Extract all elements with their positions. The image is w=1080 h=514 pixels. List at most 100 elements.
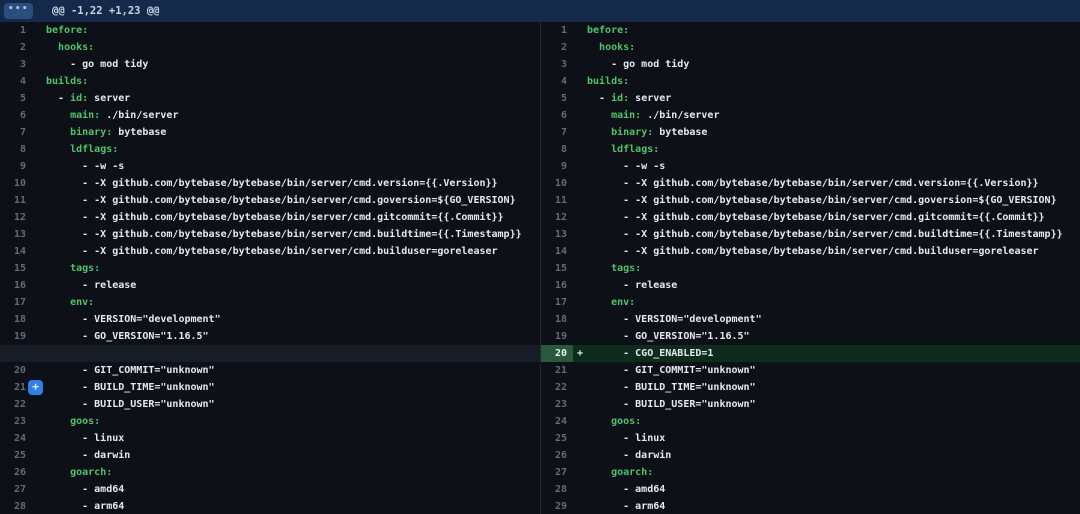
yaml-text (587, 144, 611, 155)
line-number: 9 (541, 158, 573, 175)
yaml-text: ./bin/server (641, 110, 719, 121)
diff-row: 11 - -X github.com/bytebase/bytebase/bin… (541, 192, 1080, 209)
diff-row: 18 - VERSION="development" (0, 311, 540, 328)
diff-marker (32, 396, 46, 413)
yaml-text: - amd64 (587, 484, 665, 495)
yaml-key: builds: (587, 76, 629, 87)
yaml-key: builds: (46, 76, 88, 87)
diff-added-row: 20+ - CGO_ENABLED=1 (541, 345, 1080, 362)
line-number: 20 (0, 362, 32, 379)
diff-row: 5 - id: server (541, 90, 1080, 107)
hunk-range-label: @@ -1,22 +1,23 @@ (52, 5, 159, 17)
yaml-key: ldflags: (70, 144, 118, 155)
yaml-text: - -X github.com/bytebase/bytebase/bin/se… (46, 195, 516, 206)
diff-marker (32, 175, 46, 192)
yaml-key: env: (611, 297, 635, 308)
code-line: binary: bytebase (46, 124, 540, 141)
diff-marker (573, 107, 587, 124)
diff-row: 13 - -X github.com/bytebase/bytebase/bin… (0, 226, 540, 243)
diff-row: 17 env: (0, 294, 540, 311)
yaml-text (587, 127, 611, 138)
line-number: 26 (0, 464, 32, 481)
diff-row: 17 env: (541, 294, 1080, 311)
line-number: 5 (541, 90, 573, 107)
code-line: env: (587, 294, 1080, 311)
line-number: 9 (0, 158, 32, 175)
line-number: 16 (541, 277, 573, 294)
line-number: 29 (541, 498, 573, 514)
diff-row: 12 - -X github.com/bytebase/bytebase/bin… (541, 209, 1080, 226)
diff-marker (32, 277, 46, 294)
diff-marker (32, 311, 46, 328)
line-number: 26 (541, 447, 573, 464)
diff-marker (32, 141, 46, 158)
yaml-text: - VERSION="development" (587, 314, 762, 325)
code-line: - amd64 (587, 481, 1080, 498)
yaml-key: goos: (611, 416, 641, 427)
yaml-text (587, 263, 611, 274)
code-line: - -X github.com/bytebase/bytebase/bin/se… (46, 192, 540, 209)
diff-marker (32, 328, 46, 345)
code-line: tags: (587, 260, 1080, 277)
yaml-text (46, 416, 70, 427)
yaml-key: main: (611, 110, 641, 121)
diff-marker (32, 56, 46, 73)
add-comment-button[interactable]: + (28, 380, 43, 395)
diff-pane-old: 1before:2 hooks:3 - go mod tidy4builds:5… (0, 22, 540, 514)
code-line: - arm64 (46, 498, 540, 514)
code-line: env: (46, 294, 540, 311)
line-number: 27 (0, 481, 32, 498)
yaml-text: - -X github.com/bytebase/bytebase/bin/se… (46, 246, 498, 257)
diff-row: 12 - -X github.com/bytebase/bytebase/bin… (0, 209, 540, 226)
diff-marker (573, 192, 587, 209)
diff-marker (32, 22, 46, 39)
expand-diff-button[interactable]: ••• (4, 3, 33, 19)
yaml-text: bytebase (653, 127, 707, 138)
yaml-text: - -w -s (587, 161, 665, 172)
line-number: 24 (0, 430, 32, 447)
yaml-text: server (88, 93, 130, 104)
diff-marker (32, 430, 46, 447)
yaml-text: - -X github.com/bytebase/bytebase/bin/se… (587, 178, 1039, 189)
diff-row: 19 - GO_VERSION="1.16.5" (541, 328, 1080, 345)
diff-marker (32, 260, 46, 277)
code-line: - -X github.com/bytebase/bytebase/bin/se… (46, 175, 540, 192)
diff-marker (32, 192, 46, 209)
line-number: 15 (541, 260, 573, 277)
yaml-text (46, 297, 70, 308)
diff-row: 26 goarch: (0, 464, 540, 481)
diff-row: 22 - BUILD_TIME="unknown" (541, 379, 1080, 396)
line-number: 11 (541, 192, 573, 209)
code-line: tags: (46, 260, 540, 277)
code-line: - -X github.com/bytebase/bytebase/bin/se… (587, 226, 1080, 243)
line-number: 17 (541, 294, 573, 311)
code-line: - linux (587, 430, 1080, 447)
diff-viewer: ••• @@ -1,22 +1,23 @@ 1before:2 hooks:3 … (0, 0, 1080, 514)
code-line: builds: (587, 73, 1080, 90)
diff-row: 2 hooks: (0, 39, 540, 56)
line-number: 28 (541, 481, 573, 498)
yaml-text: - -X github.com/bytebase/bytebase/bin/se… (587, 212, 1045, 223)
yaml-text (46, 263, 70, 274)
code-line: - GO_VERSION="1.16.5" (46, 328, 540, 345)
yaml-key: hooks: (599, 42, 635, 53)
diff-marker (32, 345, 46, 362)
yaml-key: id: (611, 93, 629, 104)
diff-row: 24 - linux (0, 430, 540, 447)
code-line: - id: server (587, 90, 1080, 107)
code-line: - darwin (46, 447, 540, 464)
diff-marker (573, 294, 587, 311)
yaml-text: - BUILD_TIME="unknown" (587, 382, 756, 393)
code-line: - BUILD_USER="unknown" (46, 396, 540, 413)
line-number: 23 (541, 396, 573, 413)
diff-marker (573, 226, 587, 243)
diff-row: 13 - -X github.com/bytebase/bytebase/bin… (541, 226, 1080, 243)
yaml-key: goarch: (70, 467, 112, 478)
code-line: - -w -s (587, 158, 1080, 175)
diff-marker (32, 243, 46, 260)
yaml-key: id: (70, 93, 88, 104)
code-line: - go mod tidy (587, 56, 1080, 73)
yaml-text: - -X github.com/bytebase/bytebase/bin/se… (46, 178, 498, 189)
yaml-text: server (629, 93, 671, 104)
diff-row: 6 main: ./bin/server (0, 107, 540, 124)
